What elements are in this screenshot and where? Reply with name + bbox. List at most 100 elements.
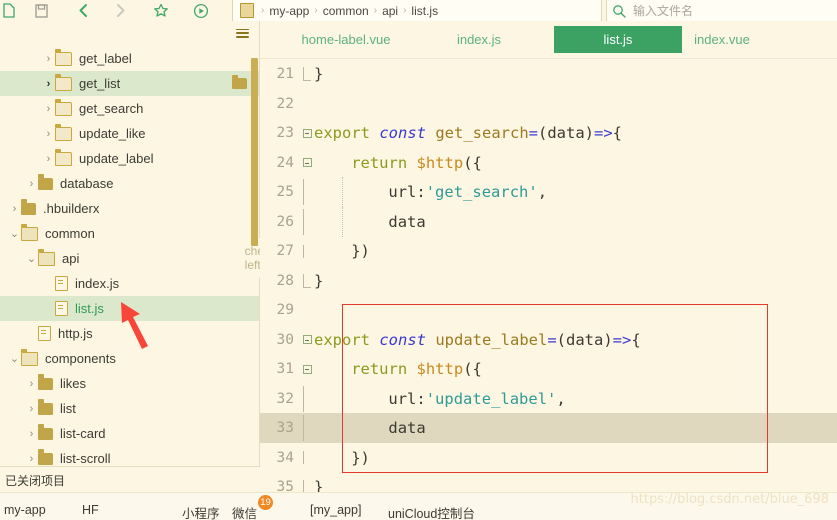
run-icon[interactable] (188, 0, 214, 21)
file-tree: › get_label › get_list › get_search › update_li… (0, 46, 259, 466)
code-line[interactable]: 23 export const get_search=(data)=>{ (260, 118, 837, 148)
code-text: data (314, 419, 837, 437)
code-line[interactable]: 22 (260, 89, 837, 119)
code-line[interactable]: 34}) (260, 443, 837, 473)
tree-item-http-js[interactable]: http.js (0, 321, 259, 346)
code-token: ({ (463, 153, 482, 172)
code-token: } (314, 478, 324, 492)
bookmark-star-icon[interactable] (148, 0, 174, 21)
tab-index-vue[interactable]: index.vue (678, 26, 766, 53)
status-item[interactable]: 微信 (232, 503, 257, 520)
tree-item-list-card[interactable]: › list-card (0, 421, 259, 446)
status-item[interactable]: [my_app] (310, 503, 361, 517)
tree-item-update-label[interactable]: › update_label (0, 146, 259, 171)
code-line[interactable]: 28} (260, 266, 837, 296)
fold-collapse-icon[interactable] (300, 158, 314, 167)
chevron-right-icon[interactable]: › (25, 171, 38, 196)
fold-box[interactable] (302, 128, 312, 138)
chevron-right-icon[interactable]: › (42, 46, 55, 71)
tree-item-get-list[interactable]: › get_list (0, 71, 259, 96)
tree-item-list-scroll[interactable]: › list-scroll (0, 446, 259, 466)
tab-home-label-vue[interactable]: home-label.vue (282, 26, 410, 53)
chevron-right-icon[interactable]: › (42, 121, 55, 146)
code-line[interactable]: 35} (260, 472, 837, 492)
code-line[interactable]: 30 export const update_label=(data)=>{ (260, 325, 837, 355)
status-item[interactable]: 小程序 (182, 503, 220, 520)
code-line[interactable]: 27}) (260, 236, 837, 266)
chevron-right-icon[interactable]: › (8, 196, 21, 221)
tree-item-database[interactable]: › database (0, 171, 259, 196)
breadcrumb-item-file[interactable]: list.js (411, 4, 438, 18)
status-item[interactable]: HF (82, 503, 99, 517)
new-file-icon[interactable] (0, 0, 22, 21)
chevron-down-icon[interactable]: ⌄ (8, 221, 21, 246)
tab-index-js[interactable]: index.js (440, 26, 518, 53)
code-line[interactable]: 31 return $http({ (260, 354, 837, 384)
tree-item-api[interactable]: ⌄ api (0, 246, 259, 271)
tree-item-common[interactable]: ⌄ common (0, 221, 259, 246)
notification-badge[interactable]: 19 (258, 495, 273, 510)
back-icon[interactable] (70, 0, 96, 21)
code-token: = (528, 124, 538, 142)
breadcrumb-item-common[interactable]: common (323, 4, 369, 18)
save-icon[interactable] (28, 0, 54, 21)
fold-box[interactable] (302, 335, 312, 344)
fold-box[interactable] (302, 158, 312, 167)
chevron-down-icon[interactable]: ⌄ (8, 346, 21, 371)
tree-item-list[interactable]: › list (0, 396, 259, 421)
tree-item-components[interactable]: ⌄ components (0, 346, 259, 371)
fold-collapse-icon[interactable] (300, 335, 314, 344)
chevron-right-icon[interactable]: › (42, 96, 55, 121)
explorer-scrollbar-thumb[interactable] (251, 58, 258, 246)
chevron-right-icon[interactable]: › (42, 146, 55, 171)
fold-box[interactable] (302, 364, 312, 374)
status-item[interactable]: uniCloud控制台 (388, 503, 475, 520)
code-line[interactable]: 32 url:'update_label', (260, 383, 837, 414)
closed-projects-label: 已关闭项目 (5, 473, 66, 488)
tree-item-likes[interactable]: › likes (0, 371, 259, 396)
forward-icon[interactable] (108, 0, 134, 21)
tree-item-update-like[interactable]: › update_like (0, 121, 259, 146)
code-token: get_search (435, 124, 529, 142)
code-line[interactable]: 24 return $http({ (260, 148, 837, 178)
fold-collapse-icon[interactable] (300, 364, 314, 374)
tree-item-get-search[interactable]: › get_search (0, 96, 259, 121)
code-line[interactable]: 26 data (260, 206, 837, 237)
code-line[interactable]: 33 data (260, 413, 837, 443)
tree-item-label: index.js (75, 276, 120, 291)
closed-projects-bar[interactable]: 已关闭项目 (0, 466, 265, 493)
line-number: 32 (276, 390, 294, 407)
tree-item--hbuilderx[interactable]: › .hbuilderx (0, 196, 259, 221)
explorer-menu-button[interactable] (233, 25, 251, 41)
breadcrumb-item-project[interactable]: my-app (269, 4, 309, 18)
code-content[interactable]: 21} 22 23 export const get_search=(data)=>{… (260, 59, 837, 492)
breadcrumb-item-api[interactable]: api (382, 4, 398, 18)
chevron-down-icon[interactable]: ⌄ (25, 246, 38, 271)
folder-icon (20, 348, 38, 366)
code-line[interactable]: 25 url:'get_search', (260, 177, 837, 207)
breadcrumb[interactable]: › my-app › common › api › list.js (240, 0, 438, 21)
code-token: $http (416, 153, 464, 172)
tree-item-label: get_search (79, 101, 144, 116)
chevron-right-icon[interactable]: › (42, 71, 55, 96)
line-number: 33 (276, 420, 294, 436)
chevron-right-icon[interactable]: › (25, 396, 38, 421)
fold-mid-icon (300, 451, 314, 464)
tree-item-label: list-card (60, 426, 106, 441)
code-line[interactable]: 29 (260, 295, 837, 325)
chevron-right-icon[interactable]: › (25, 371, 38, 396)
tab-list-js-active[interactable]: list.js (554, 26, 682, 53)
code-text: url:'get_search', (314, 183, 837, 201)
tree-item-list-js[interactable]: list.js (0, 296, 259, 321)
tree-item-label: get_list (79, 76, 121, 91)
tree-item-get-label[interactable]: › get_label (0, 46, 259, 71)
chevron-right-icon[interactable]: › (25, 421, 38, 446)
code-line[interactable]: 21} (260, 59, 837, 89)
code-text: export const update_label=(data)=>{ (314, 331, 837, 349)
chevron-right-icon[interactable]: › (25, 446, 38, 466)
tree-item-index-js[interactable]: index.js (0, 271, 259, 296)
status-item[interactable]: my-app (4, 503, 46, 517)
fold-collapse-icon[interactable] (300, 128, 314, 138)
search-input[interactable]: 输入文件名 (612, 0, 693, 21)
folder-open-icon (54, 148, 72, 166)
